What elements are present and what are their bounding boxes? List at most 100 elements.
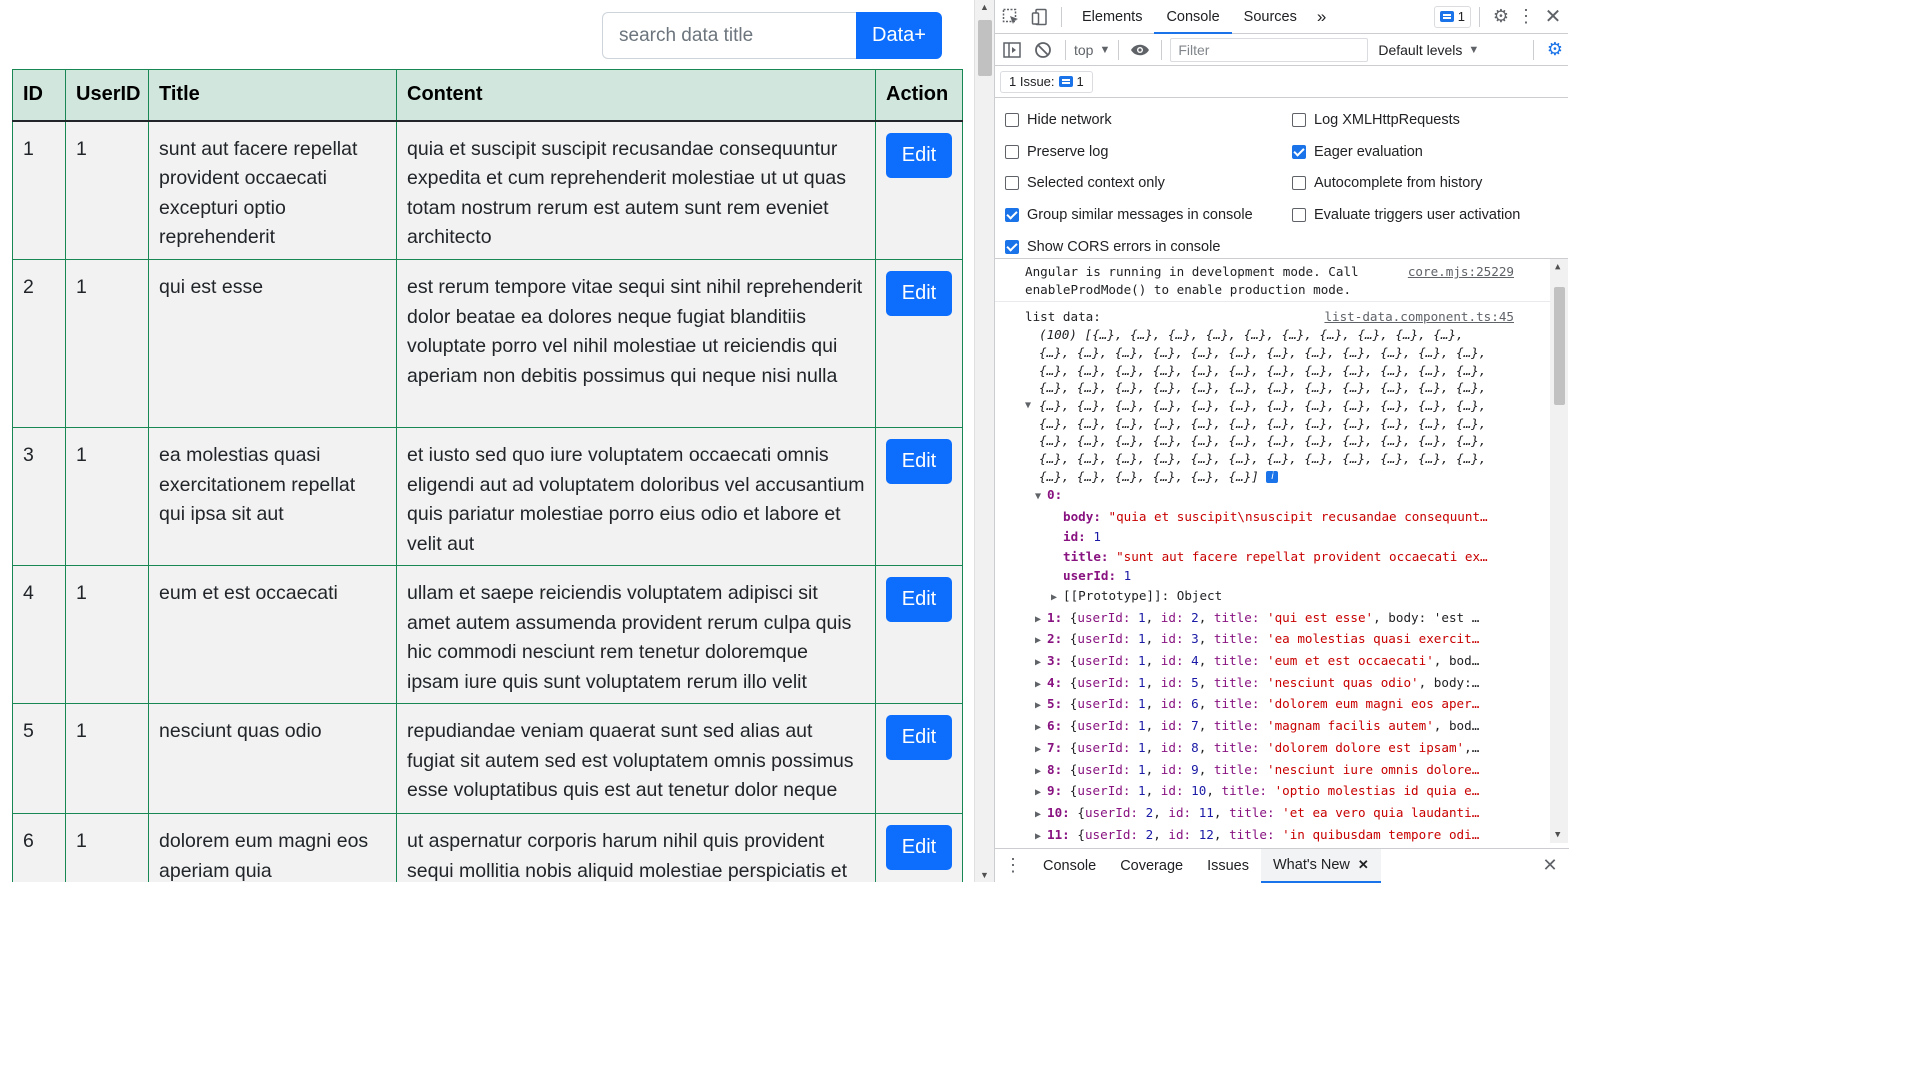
tree-item[interactable]: ▶ 9: {userId: 1, id: 10, title: 'optio mo… — [1035, 781, 1514, 803]
collapsed-triangle-icon[interactable]: ▶ — [1035, 783, 1047, 803]
expanded-triangle-icon[interactable]: ▼ — [1025, 397, 1037, 415]
checkbox[interactable] — [1005, 144, 1019, 159]
context-selector[interactable]: top ▼ — [1074, 42, 1110, 58]
checkbox[interactable] — [1292, 208, 1306, 223]
gear-icon[interactable]: ⚙ — [1488, 0, 1514, 34]
filter-input[interactable]: Filter — [1170, 37, 1369, 62]
drawer-tab-coverage[interactable]: Coverage — [1108, 849, 1195, 883]
scroll-down-icon[interactable]: ▼ — [1555, 830, 1560, 840]
device-toolbar-icon[interactable] — [1027, 0, 1053, 34]
tab-sources[interactable]: Sources — [1232, 0, 1309, 34]
app-pane: Data+ ID UserID Title Content Action 1 1 — [0, 0, 974, 882]
tab-console[interactable]: Console — [1154, 0, 1232, 34]
tree-item[interactable]: ▶ 2: {userId: 1, id: 3, title: 'ea molest… — [1035, 629, 1514, 651]
prop-key: userId: — [1063, 568, 1117, 584]
tree-item[interactable]: ▶ 6: {userId: 1, id: 7, title: 'magnam fa… — [1035, 716, 1514, 738]
tree-item[interactable]: ▶ 7: {userId: 1, id: 8, title: 'dolorem d… — [1035, 738, 1514, 760]
console-scrollbar[interactable]: ▲ ▼ — [1550, 259, 1568, 843]
search-input[interactable] — [602, 12, 856, 59]
drawer-tab-console[interactable]: Console — [1031, 849, 1108, 883]
source-link[interactable]: list-data.component.ts:45 — [1324, 308, 1514, 326]
tree-item-0[interactable]: ▼ 0: — [1035, 485, 1514, 507]
checkbox[interactable] — [1005, 112, 1019, 127]
checkbox[interactable] — [1292, 112, 1306, 127]
drawer-menu-icon[interactable]: ⋮ — [995, 849, 1031, 883]
close-tab-icon[interactable]: ✕ — [1358, 848, 1369, 882]
edit-button[interactable]: Edit — [886, 825, 952, 870]
checkbox[interactable] — [1005, 176, 1019, 191]
collapsed-triangle-icon[interactable]: ▶ — [1035, 805, 1047, 825]
issues-link[interactable]: 1 Issue: 1 — [1000, 70, 1093, 93]
scroll-up-icon[interactable]: ▲ — [980, 2, 989, 12]
source-link[interactable]: core.mjs:25229 — [1408, 263, 1514, 281]
setting-log-xmlhttprequests[interactable]: Log XMLHttpRequests — [1292, 104, 1562, 136]
scroll-thumb[interactable] — [978, 20, 992, 76]
collapsed-triangle-icon[interactable]: ▶ — [1035, 631, 1047, 651]
tab-elements[interactable]: Elements — [1070, 0, 1154, 34]
tree-item[interactable]: ▶ 10: {userId: 2, id: 11, title: 'et ea v… — [1035, 803, 1514, 825]
checkbox-checked[interactable] — [1292, 144, 1306, 159]
collapsed-triangle-icon[interactable]: ▶ — [1051, 588, 1063, 608]
checkbox-checked[interactable] — [1005, 240, 1019, 255]
tree-item[interactable]: ▶ 4: {userId: 1, id: 5, title: 'nesciunt … — [1035, 673, 1514, 695]
close-drawer-icon[interactable]: ✕ — [1531, 849, 1569, 883]
setting-preserve-log[interactable]: Preserve log — [1005, 136, 1292, 168]
screen: Data+ ID UserID Title Content Action 1 1 — [0, 0, 1569, 883]
tree-item[interactable]: ▶ 5: {userId: 1, id: 6, title: 'dolorem e… — [1035, 694, 1514, 716]
collapsed-triangle-icon[interactable]: ▶ — [1035, 762, 1047, 782]
console-settings-gear-icon[interactable]: ⚙ — [1542, 34, 1568, 66]
checkbox[interactable] — [1292, 176, 1306, 191]
tree-item[interactable]: ▶ 1: {userId: 1, id: 2, title: 'qui est e… — [1035, 608, 1514, 630]
array-preview[interactable]: (100) [{…}, {…}, {…}, {…}, {…}, {…}, {…}… — [1025, 326, 1514, 485]
prop-key: title: — [1213, 718, 1267, 734]
setting-group-similar[interactable]: Group similar messages in console — [1005, 199, 1292, 231]
collapsed-triangle-icon[interactable]: ▶ — [1035, 696, 1047, 716]
setting-label: Group similar messages in console — [1027, 207, 1253, 224]
scroll-down-icon[interactable]: ▼ — [980, 870, 989, 880]
issues-badge[interactable]: 1 — [1433, 5, 1471, 28]
edit-button[interactable]: Edit — [886, 715, 952, 760]
drawer-tab-whats-new[interactable]: What's New ✕ — [1261, 848, 1381, 883]
clear-console-icon[interactable] — [1029, 34, 1057, 66]
array-line: {…}, {…}, {…}, {…}, {…}, {…}, {…}, {…}, … — [1039, 451, 1487, 467]
scroll-up-icon[interactable]: ▲ — [1555, 262, 1560, 272]
info-icon[interactable]: i — [1266, 471, 1279, 484]
expanded-triangle-icon[interactable]: ▼ — [1035, 487, 1047, 507]
setting-evaluate-triggers[interactable]: Evaluate triggers user activation — [1292, 199, 1562, 231]
kebab-menu-icon[interactable]: ⋮ — [1514, 0, 1538, 34]
drawer-tab-issues[interactable]: Issues — [1195, 849, 1261, 883]
inspect-element-icon[interactable] — [995, 0, 1027, 34]
prop-key: userId: — [1077, 783, 1139, 799]
tree-item[interactable]: ▶ 8: {userId: 1, id: 9, title: 'nesciunt … — [1035, 760, 1514, 782]
edit-button[interactable]: Edit — [886, 271, 952, 316]
prototype-item[interactable]: ▶ [[Prototype]]: Object — [1051, 586, 1514, 608]
collapsed-triangle-icon[interactable]: ▶ — [1035, 610, 1047, 630]
more-tabs-icon[interactable]: » — [1309, 0, 1334, 34]
setting-autocomplete-history[interactable]: Autocomplete from history — [1292, 168, 1562, 200]
collapsed-triangle-icon[interactable]: ▶ — [1035, 740, 1047, 760]
setting-eager-evaluation[interactable]: Eager evaluation — [1292, 136, 1562, 168]
setting-hide-network[interactable]: Hide network — [1005, 104, 1292, 136]
edit-button[interactable]: Edit — [886, 577, 952, 622]
page-scrollbar[interactable]: ▲ ▼ — [974, 0, 994, 882]
prop-key: id: — [1168, 804, 1199, 820]
sidebar-toggle-icon[interactable] — [995, 34, 1029, 66]
tree-item[interactable]: ▶ 11: {userId: 2, id: 12, title: 'in quib… — [1035, 825, 1514, 843]
collapsed-triangle-icon[interactable]: ▶ — [1035, 718, 1047, 738]
collapsed-triangle-icon[interactable]: ▶ — [1035, 675, 1047, 695]
edit-button[interactable]: Edit — [886, 132, 952, 178]
log-levels-dropdown[interactable]: Default levels ▼ — [1378, 42, 1479, 58]
add-data-button[interactable]: Data+ — [856, 12, 942, 59]
collapsed-triangle-icon[interactable]: ▶ — [1035, 653, 1047, 673]
eye-icon[interactable] — [1127, 34, 1153, 66]
close-icon[interactable]: ✕ — [1538, 0, 1568, 34]
collapsed-triangle-icon[interactable]: ▶ — [1035, 827, 1047, 843]
cell-content: ullam et saepe reiciendis voluptatem adi… — [396, 565, 876, 704]
tree-item[interactable]: ▶ 3: {userId: 1, id: 4, title: 'eum et es… — [1035, 651, 1514, 673]
checkbox-checked[interactable] — [1005, 208, 1019, 223]
scroll-thumb[interactable] — [1554, 287, 1565, 405]
prop-key: userId: — [1077, 696, 1139, 712]
edit-button[interactable]: Edit — [886, 439, 952, 484]
setting-selected-context-only[interactable]: Selected context only — [1005, 168, 1292, 200]
cell-id: 3 — [12, 427, 66, 566]
